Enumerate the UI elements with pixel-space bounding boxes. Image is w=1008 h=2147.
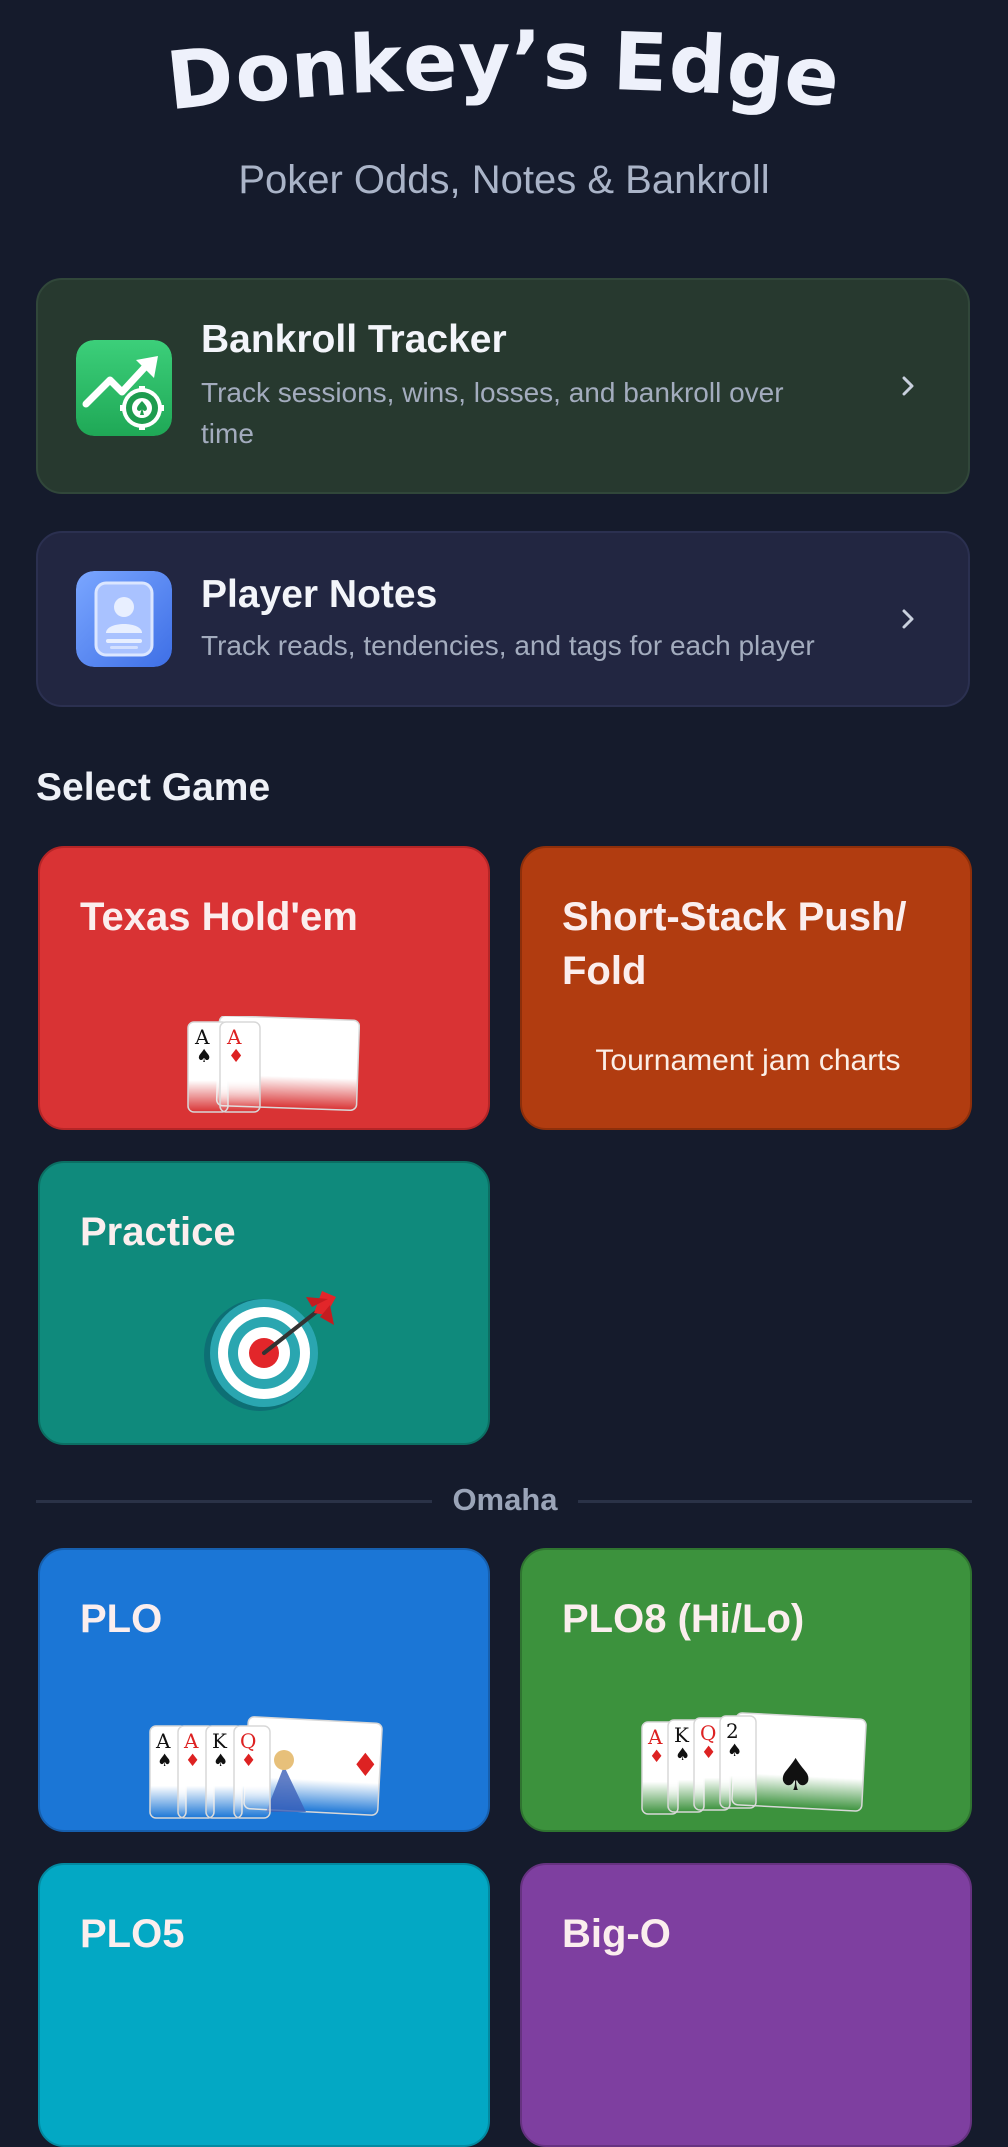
player-notes-title: Player Notes — [201, 573, 438, 616]
big-o-tile[interactable]: Big-O — [520, 1863, 972, 2147]
plo8-label: PLO8 (Hi/Lo) — [562, 1597, 805, 1641]
select-game-heading: Select Game — [36, 766, 271, 809]
bankroll-tracker-description: Track sessions, wins, losses, and bankro… — [201, 377, 784, 449]
title-letter: o — [230, 23, 295, 122]
app-subtitle: Poker Odds, Notes & Bankroll — [238, 158, 770, 202]
svg-text:♦: ♦ — [701, 1743, 716, 1763]
title-letter: y — [458, 14, 512, 107]
app-title: Donkey’s Edge — [0, 14, 1008, 129]
svg-text:♠: ♠ — [727, 1741, 742, 1761]
card-rank: A — [155, 1729, 171, 1753]
playing-cards-icon: A ♠ A ♦ — [187, 1016, 360, 1113]
playing-cards-icon: ♠ A ♦ K ♠ Q ♦ 2 ♠ — [641, 1712, 867, 1815]
title-letter: d — [666, 16, 730, 113]
svg-text:♠: ♠ — [196, 1046, 212, 1067]
plo5-tile[interactable]: PLO5 — [38, 1863, 490, 2147]
card-rank: Q — [240, 1729, 256, 1753]
practice-label: Practice — [80, 1210, 236, 1254]
card-rank: A — [647, 1725, 663, 1749]
bankroll-tracker-card[interactable]: Bankroll Tracker Track sessions, wins, l… — [36, 278, 970, 494]
title-letter: g — [723, 21, 790, 120]
title-letter: n — [287, 20, 352, 117]
title-letter: D — [162, 28, 240, 129]
omaha-divider-label: Omaha — [452, 1482, 558, 1517]
big-o-label: Big-O — [562, 1912, 671, 1956]
title-letter: e — [402, 15, 459, 110]
title-letter: e — [779, 26, 847, 127]
card-rank: 2 — [726, 1719, 739, 1743]
svg-text:♦: ♦ — [228, 1046, 244, 1067]
svg-text:♦: ♦ — [649, 1747, 664, 1767]
chart-up-chip-icon — [76, 340, 172, 436]
short-stack-sublabel: Tournament jam charts — [595, 1044, 901, 1077]
target-dart-icon — [204, 1291, 336, 1411]
svg-text:♠: ♠ — [675, 1745, 690, 1765]
chevron-right-icon — [902, 609, 914, 629]
svg-text:♠: ♠ — [776, 1750, 815, 1801]
card-rank: K — [212, 1729, 228, 1753]
chevron-right-icon — [902, 376, 914, 396]
svg-text:♦: ♦ — [185, 1751, 200, 1771]
playing-cards-icon: ♦ A ♠ A ♦ K ♠ Q ♦ — [149, 1716, 383, 1819]
title-letter: ’ — [511, 14, 543, 107]
divider-line — [36, 1500, 432, 1503]
player-notes-card[interactable]: Player Notes Track reads, tendencies, an… — [36, 531, 970, 707]
bankroll-tracker-title: Bankroll Tracker — [201, 318, 507, 361]
plo5-label: PLO5 — [80, 1912, 185, 1956]
texas-holdem-tile[interactable]: Texas Hold'em A ♠ A ♦ — [38, 846, 490, 1130]
short-stack-push-fold-tile[interactable]: Short-Stack Push/ Fold Tournament jam ch… — [520, 846, 972, 1130]
player-card-icon — [76, 571, 172, 667]
svg-text:♠: ♠ — [213, 1751, 228, 1771]
texas-holdem-label: Texas Hold'em — [80, 895, 358, 939]
title-letter: E — [611, 15, 671, 110]
plo-label: PLO — [80, 1597, 163, 1641]
title-letter: s — [541, 13, 593, 108]
card-rank: K — [674, 1723, 690, 1747]
plo-tile[interactable]: PLO ♦ A ♠ A ♦ K ♠ Q ♦ — [38, 1548, 490, 1832]
card-rank: A — [183, 1729, 199, 1753]
svg-text:♠: ♠ — [157, 1751, 172, 1771]
plo8-hilo-tile[interactable]: PLO8 (Hi/Lo) ♠ A ♦ K ♠ Q ♦ 2 ♠ — [520, 1548, 972, 1832]
svg-text:♦: ♦ — [241, 1751, 256, 1771]
player-notes-description: Track reads, tendencies, and tags for ea… — [201, 630, 815, 661]
short-stack-label: Short-Stack Push/ Fold — [562, 895, 907, 993]
card-rank: Q — [700, 1721, 716, 1745]
title-letter: k — [347, 17, 405, 112]
divider-line — [578, 1500, 972, 1503]
svg-text:♦: ♦ — [351, 1746, 380, 1784]
practice-tile[interactable]: Practice — [38, 1161, 490, 1445]
